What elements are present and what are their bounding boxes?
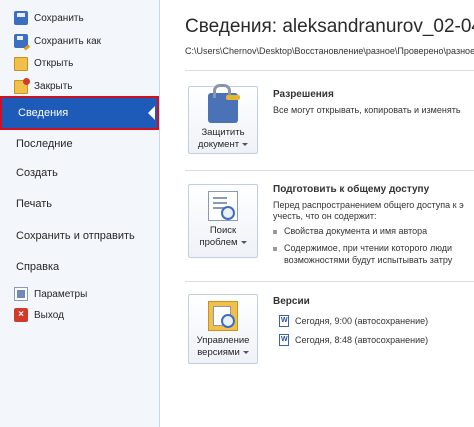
nav-recent[interactable]: Последние [0,129,159,159]
version-item-label: Сегодня, 8:48 (автосохранение) [295,335,429,345]
version-item[interactable]: Сегодня, 9:00 (автосохранение) [279,315,428,327]
manage-versions-label-2-row: версиями [189,347,257,359]
protect-document-label-2-row: документ [189,139,257,151]
prepare-bullet-2-cont: возможностями будут испытывать затру [284,255,453,265]
prepare-bullet-1: Свойства документа и имя автора [273,225,427,237]
word-document-icon [279,315,289,327]
nav-save-send-label: Сохранить и отправить [16,230,135,242]
version-item-label: Сегодня, 9:00 (автосохранение) [295,316,429,326]
file-path: C:\Users\Chernov\Desktop\Восстановление\… [185,46,474,56]
nav-help[interactable]: Справка [0,252,159,282]
manage-versions-label-2: версиями [197,347,240,358]
prepare-bullet-2: Содержимое, при чтении которого люди [273,242,452,254]
permissions-text: Все могут открывать, копировать и изменя… [273,105,461,115]
nav-print-label: Печать [16,198,53,210]
exit-icon: × [14,308,28,322]
lock-key-icon [208,84,240,123]
options-icon [14,287,28,301]
page-title: Сведения: aleksandranurov_02-04-201 [185,16,474,37]
nav-new[interactable]: Создать [0,158,159,188]
divider [185,70,474,71]
check-issues-button[interactable]: Поиск проблем [188,184,258,258]
prepare-text-2: учесть, что он содержит: [273,211,377,221]
save-icon [14,11,28,25]
nav-exit-label: Выход [34,309,64,321]
nav-save-send[interactable]: Сохранить и отправить [0,221,159,251]
nav-recent-label: Последние [16,138,73,150]
bullet-marker [273,229,277,234]
nav-exit[interactable]: × Выход [0,304,159,326]
protect-document-label-1: Защитить [201,127,245,138]
nav-open-label: Открыть [34,57,74,69]
permissions-heading: Разрешения [273,89,334,100]
manage-versions-label-1: Управление [196,335,250,346]
check-issues-label-2-row: проблем [189,237,257,249]
active-indicator-arrow [148,106,155,120]
divider [185,281,474,282]
protect-document-button[interactable]: Защитить документ [188,84,258,154]
nav-close-label: Закрыть [34,80,73,92]
nav-new-label: Создать [16,167,58,179]
nav-help-label: Справка [16,261,60,273]
folder-close-icon [14,78,30,94]
nav-print[interactable]: Печать [0,189,159,219]
check-issues-label-2: проблем [199,237,238,248]
backstage-nav: Сохранить Сохранить как Открыть Закрыть … [0,0,160,427]
prepare-bullet-2-text: Содержимое, при чтении которого люди [284,243,453,253]
nav-open[interactable]: Открыть [0,52,159,74]
word-document-icon [279,334,289,346]
info-panel: Сведения: aleksandranurov_02-04-201 C:\U… [161,0,474,427]
divider [185,170,474,171]
save-as-icon [14,34,28,48]
nav-options-label: Параметры [34,288,88,300]
nav-info-label: Сведения [18,107,69,119]
prepare-bullet-1-text: Свойства документа и имя автора [284,226,428,236]
bullet-marker [273,246,277,251]
prepare-heading: Подготовить к общему доступу [273,184,430,195]
folder-open-icon [14,57,28,71]
nav-save-label: Сохранить [34,12,84,24]
protect-document-label-2: документ [197,139,240,150]
document-inspect-icon [208,191,238,221]
nav-close[interactable]: Закрыть [0,75,159,97]
chevron-down-icon [242,350,249,354]
manage-versions-button[interactable]: Управление версиями [188,294,258,364]
check-issues-label-1: Поиск [209,225,237,236]
versions-icon [208,301,238,331]
nav-info[interactable]: Сведения [0,96,159,130]
nav-save-as-label: Сохранить как [34,35,102,47]
nav-options[interactable]: Параметры [0,283,159,305]
chevron-down-icon [242,142,249,146]
nav-save-as[interactable]: Сохранить как [0,30,159,52]
version-item[interactable]: Сегодня, 8:48 (автосохранение) [279,334,428,346]
versions-heading: Версии [273,296,310,307]
chevron-down-icon [240,240,247,244]
nav-save[interactable]: Сохранить [0,7,159,29]
